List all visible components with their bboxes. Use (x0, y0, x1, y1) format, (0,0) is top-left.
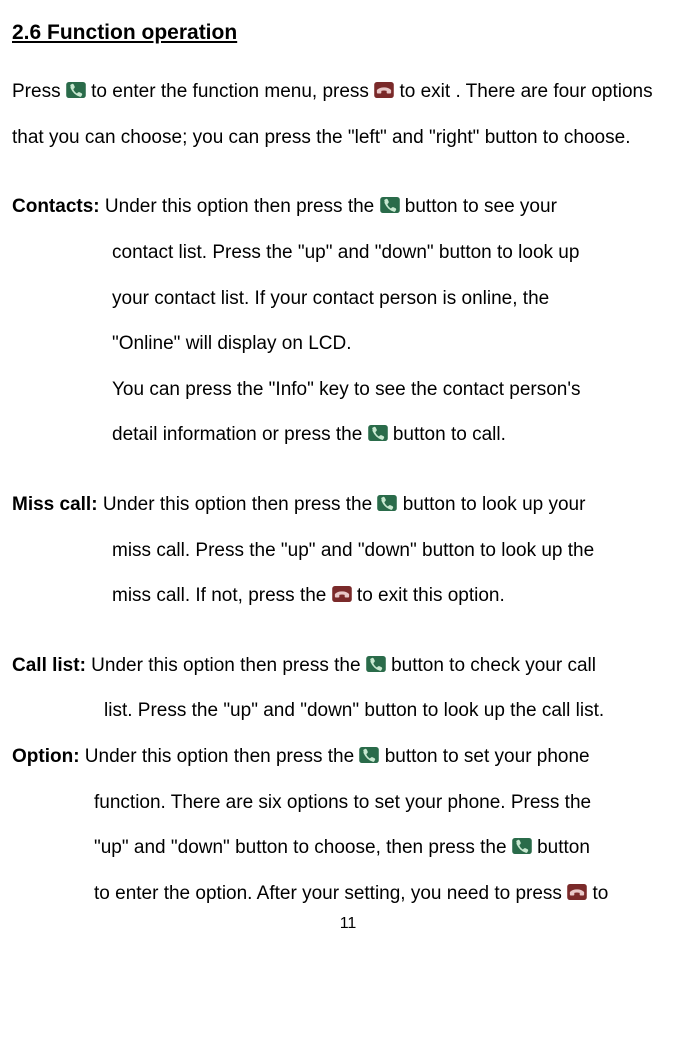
text: to enter the option. After your setting,… (12, 871, 684, 917)
option-entry: Option: Under this option then press the… (12, 734, 684, 916)
text: detail information or press the (112, 424, 368, 445)
text: You can press the "Info" key to see the … (12, 367, 684, 413)
phone-dial-icon (512, 838, 532, 854)
contacts-entry: Contacts: Under this option then press t… (12, 184, 684, 458)
phone-hangup-icon (567, 884, 587, 900)
calllist-entry: Call list: Under this option then press … (12, 643, 684, 734)
text: miss call. If not, press the to exit thi… (12, 573, 684, 619)
text: Press (12, 81, 66, 102)
text: button (532, 837, 590, 858)
text: your contact list. If your contact perso… (12, 276, 684, 322)
misscall-entry: Miss call: Under this option then press … (12, 482, 684, 619)
text: Under this option then press the (98, 494, 378, 515)
phone-hangup-icon (332, 586, 352, 602)
text: to (587, 883, 608, 904)
phone-hangup-icon (374, 82, 394, 98)
misscall-label: Miss call: (12, 494, 98, 515)
text: "up" and "down" button to choose, then p… (12, 825, 684, 871)
phone-dial-icon (366, 656, 386, 672)
text: button to set your phone (379, 746, 589, 767)
section-heading: 2.6 Function operation (12, 20, 684, 45)
text: button to look up your (397, 494, 585, 515)
text: to exit this option. (352, 585, 505, 606)
text: miss call. Press the "up" and "down" but… (12, 528, 684, 574)
text: "up" and "down" button to choose, then p… (94, 837, 512, 858)
text: button to see your (400, 196, 557, 217)
phone-dial-icon (359, 747, 379, 763)
text: Under this option then press the (100, 196, 380, 217)
phone-dial-icon (66, 82, 86, 98)
text: detail information or press the button t… (12, 412, 684, 458)
text: Under this option then press the (80, 746, 360, 767)
text: function. There are six options to set y… (12, 780, 684, 826)
text: list. Press the "up" and "down" button t… (12, 688, 684, 734)
text: Under this option then press the (86, 655, 366, 676)
phone-dial-icon (368, 425, 388, 441)
text: to enter the function menu, press (86, 81, 374, 102)
phone-dial-icon (380, 197, 400, 213)
phone-dial-icon (377, 495, 397, 511)
contacts-label: Contacts: (12, 196, 100, 217)
text: miss call. If not, press the (112, 585, 332, 606)
text: to enter the option. After your setting,… (94, 883, 567, 904)
page-number: 11 (12, 916, 684, 932)
calllist-label: Call list: (12, 655, 86, 676)
text: contact list. Press the "up" and "down" … (12, 230, 684, 276)
option-label: Option: (12, 746, 80, 767)
intro-paragraph: Press to enter the function menu, press … (12, 69, 684, 160)
text: "Online" will display on LCD. (12, 321, 684, 367)
text: button to call. (388, 424, 506, 445)
text: button to check your call (386, 655, 596, 676)
